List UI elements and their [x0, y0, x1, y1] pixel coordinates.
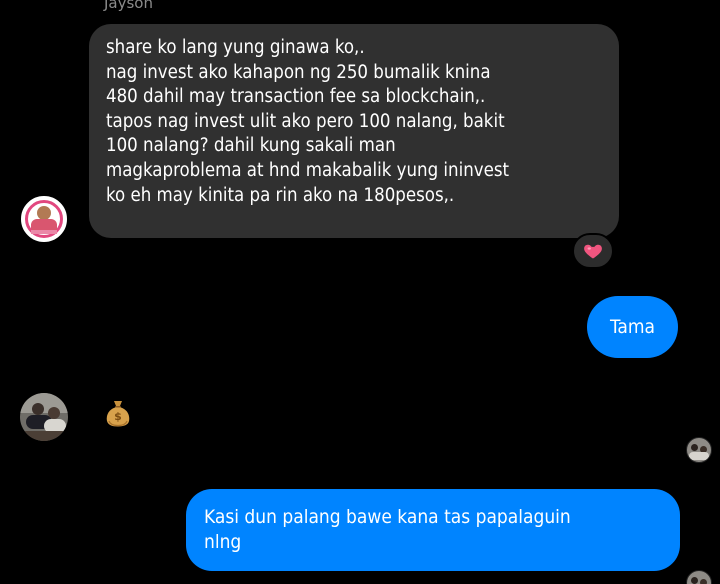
sender-avatar[interactable]: [20, 393, 68, 441]
read-receipt-avatar: [686, 570, 712, 584]
incoming-message-bubble[interactable]: share ko lang yung ginawa ko,. nag inves…: [89, 24, 619, 238]
message-line: 100 nalang? dahil kung sakali man: [106, 135, 396, 157]
message-line: ko eh may kinita pa rin ako na 180pesos,…: [106, 184, 455, 206]
heart-icon: [584, 244, 602, 259]
outgoing-message-bubble[interactable]: Kasi dun palang bawe kana tas papalaguin…: [186, 489, 680, 571]
message-reaction[interactable]: [572, 233, 614, 269]
message-line: 480 dahil may transaction fee sa blockch…: [106, 86, 486, 108]
message-line: magkaproblema at hnd makabalik yung inin…: [106, 159, 510, 181]
sender-avatar[interactable]: [21, 196, 67, 242]
svg-text:$: $: [114, 410, 122, 423]
message-line: nlng: [204, 531, 242, 553]
message-line: Kasi dun palang bawe kana tas papalaguin: [204, 506, 571, 528]
message-line: tapos nag invest ulit ako pero 100 nalan…: [106, 110, 505, 132]
money-bag-icon[interactable]: $: [103, 398, 133, 428]
message-line: nag invest ako kahapon ng 250 bumalik kn…: [106, 61, 491, 83]
message-line: share ko lang yung ginawa ko,.: [106, 37, 365, 58]
sender-name: Jayson: [104, 0, 153, 12]
read-receipt-avatar: [686, 437, 712, 463]
message-text: Tama: [610, 316, 655, 338]
outgoing-message-bubble[interactable]: Tama: [587, 296, 678, 358]
